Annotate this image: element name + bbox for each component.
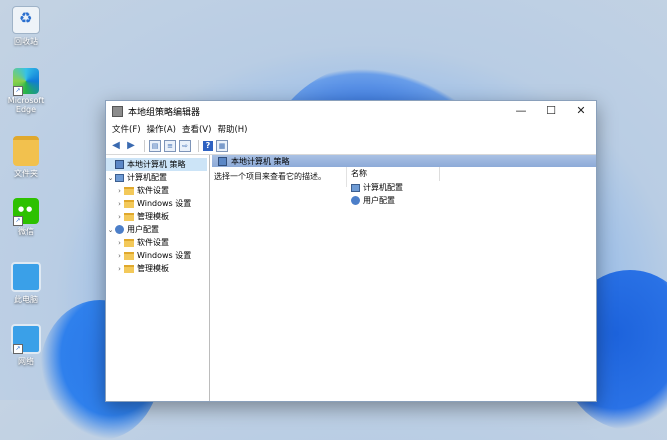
wechat-icon: ↗	[13, 198, 39, 226]
policy-icon	[115, 160, 124, 169]
tree-node-label: 计算机配置	[127, 173, 167, 182]
chevron-right-icon[interactable]: ›	[115, 187, 124, 195]
menu-bar: 文件(F) 操作(A) 查看(V) 帮助(H)	[106, 121, 596, 137]
list-item-computer-config[interactable]: 计算机配置	[347, 181, 596, 194]
chevron-down-icon[interactable]: ⌄	[106, 226, 115, 234]
details-pane: 本地计算机 策略 选择一个项目来查看它的描述。 名称 计算机配置 用户配置	[210, 155, 596, 401]
view-icon[interactable]: ▦	[216, 139, 228, 152]
desktop-icon-label: 微信	[18, 227, 34, 236]
tree-node-user-windows[interactable]: › Windows 设置	[106, 249, 209, 262]
gpedit-window: 本地组策略编辑器 — ☐ ✕ 文件(F) 操作(A) 查看(V) 帮助(H) ◀…	[105, 100, 597, 402]
list-item-label: 计算机配置	[363, 183, 403, 192]
tree-node-label: 用户配置	[127, 225, 159, 234]
shortcut-arrow-icon: ↗	[13, 86, 23, 96]
folder-icon	[124, 264, 134, 273]
shortcut-arrow-icon: ↗	[13, 344, 23, 354]
close-button[interactable]: ✕	[566, 101, 596, 121]
chevron-down-icon[interactable]: ⌄	[106, 174, 115, 182]
desktop-icon-label: 回收站	[14, 37, 38, 46]
maximize-button[interactable]: ☐	[536, 101, 566, 121]
toolbar-divider	[144, 139, 145, 152]
tree-node-root[interactable]: 本地计算机 策略	[106, 158, 207, 171]
computer-config-icon	[115, 173, 124, 182]
desktop-icon-edge[interactable]: ↗ Microsoft Edge	[4, 68, 48, 114]
properties-icon[interactable]: ≡	[164, 139, 176, 152]
desktop-icon-network[interactable]: ↗ 网络	[4, 324, 48, 367]
title-bar[interactable]: 本地组策略编辑器 — ☐ ✕	[106, 101, 596, 121]
tree-node-user-admin[interactable]: › 管理模板	[106, 262, 209, 275]
menu-action[interactable]: 操作(A)	[147, 123, 182, 135]
back-icon[interactable]: ◀	[110, 140, 122, 152]
show-tree-icon[interactable]: ▤	[149, 139, 161, 152]
desktop-icon-label: 此电脑	[14, 295, 38, 304]
desktop-icon-wechat[interactable]: ↗ 微信	[4, 198, 48, 237]
details-header: 本地计算机 策略	[212, 155, 596, 167]
tree-node-computer-windows[interactable]: › Windows 设置	[106, 197, 209, 210]
policy-icon	[218, 156, 227, 166]
desktop-icon-computer[interactable]: 此电脑	[4, 262, 48, 305]
folder-icon	[124, 251, 134, 260]
tree-node-computer-software[interactable]: › 软件设置	[106, 184, 209, 197]
tree-node-user-config[interactable]: ⌄ 用户配置	[106, 223, 209, 236]
tree-node-computer-config[interactable]: ⌄ 计算机配置	[106, 171, 209, 184]
network-icon: ↗	[11, 324, 41, 354]
recycle-bin-icon	[12, 6, 40, 34]
gpedit-app-icon	[112, 105, 123, 117]
tree-node-label: 软件设置	[137, 186, 169, 195]
toolbar-divider	[198, 139, 199, 152]
tree-node-computer-admin[interactable]: › 管理模板	[106, 210, 209, 223]
menu-help[interactable]: 帮助(H)	[217, 123, 253, 135]
chevron-right-icon[interactable]: ›	[115, 239, 124, 247]
folder-icon	[124, 186, 134, 195]
list-item-label: 用户配置	[363, 196, 395, 205]
chevron-right-icon[interactable]: ›	[115, 213, 124, 221]
tree-node-label: 软件设置	[137, 238, 169, 247]
tree-node-label: 管理模板	[137, 264, 169, 273]
description-text: 选择一个项目来查看它的描述。	[214, 172, 326, 181]
chevron-right-icon[interactable]: ›	[115, 200, 124, 208]
tree-node-label: Windows 设置	[137, 251, 192, 260]
folder-icon	[124, 199, 134, 208]
tree-node-label: 本地计算机 策略	[127, 160, 186, 169]
help-icon[interactable]: ?	[203, 140, 213, 151]
tree-node-user-software[interactable]: › 软件设置	[106, 236, 209, 249]
user-config-icon	[351, 196, 360, 205]
column-header-row: 名称	[347, 167, 596, 181]
tree-node-label: 管理模板	[137, 212, 169, 221]
policy-tree: 本地计算机 策略 ⌄ 计算机配置 › 软件设置 › Windows 设置 › 管…	[106, 155, 210, 401]
column-header-name[interactable]: 名称	[347, 167, 440, 181]
desktop-icon-recycle-bin[interactable]: 回收站	[4, 6, 48, 47]
desktop-icon-label: 网络	[18, 357, 34, 366]
chevron-right-icon[interactable]: ›	[115, 265, 124, 273]
desktop-icon-folder[interactable]: 文件夹	[4, 136, 48, 179]
forward-icon[interactable]: ▶	[125, 140, 137, 152]
folder-icon	[13, 136, 39, 166]
user-config-icon	[115, 225, 124, 234]
edge-icon: ↗	[13, 68, 39, 96]
details-header-title: 本地计算机 策略	[231, 156, 290, 166]
menu-view[interactable]: 查看(V)	[182, 123, 217, 135]
computer-config-icon	[351, 183, 360, 192]
window-title: 本地组策略编辑器	[128, 107, 201, 118]
shortcut-arrow-icon: ↗	[13, 216, 23, 226]
toolbar: ◀ ▶ ▤ ≡ ⇨ ? ▦	[106, 137, 596, 155]
folder-icon	[124, 238, 134, 247]
list-item-user-config[interactable]: 用户配置	[347, 194, 596, 207]
chevron-right-icon[interactable]: ›	[115, 252, 124, 260]
menu-file[interactable]: 文件(F)	[112, 123, 147, 135]
item-list: 名称 计算机配置 用户配置	[347, 167, 596, 207]
editor-body: 本地计算机 策略 ⌄ 计算机配置 › 软件设置 › Windows 设置 › 管…	[106, 155, 596, 401]
export-icon[interactable]: ⇨	[179, 139, 191, 152]
minimize-button[interactable]: —	[506, 101, 536, 121]
tree-node-label: Windows 设置	[137, 199, 192, 208]
computer-icon	[11, 262, 41, 292]
desktop-icon-label: Microsoft Edge	[7, 96, 45, 114]
folder-icon	[124, 212, 134, 221]
desktop-icon-label: 文件夹	[14, 169, 38, 178]
